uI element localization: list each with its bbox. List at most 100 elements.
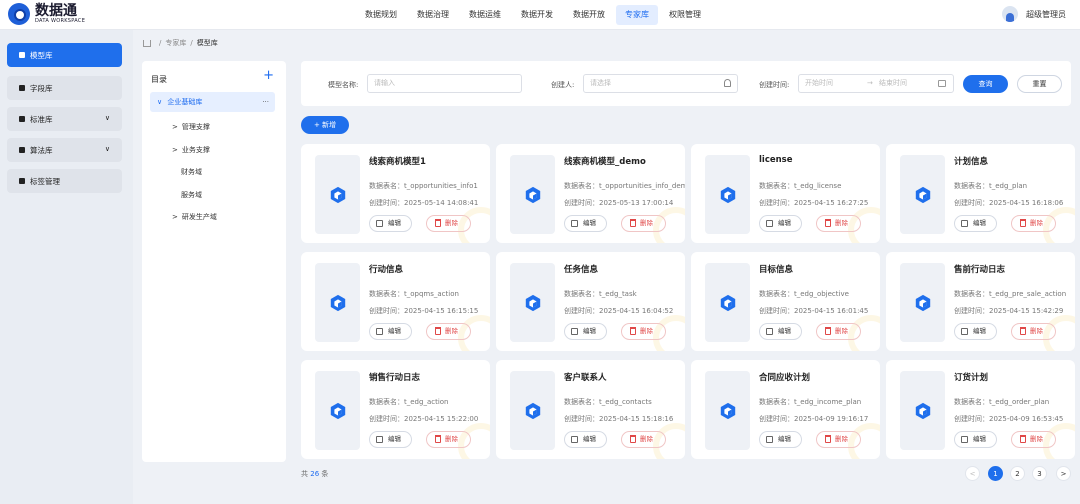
model-name-input[interactable]: 请输入 xyxy=(367,74,522,93)
delete-button[interactable]: 删除 xyxy=(621,323,666,340)
sidebar-item[interactable]: 算法库 ∨ xyxy=(7,138,122,162)
expand-icon[interactable]: > xyxy=(172,146,178,154)
nav-item[interactable]: 数据运维 xyxy=(460,5,510,25)
nav-item[interactable]: 专家库 xyxy=(616,5,658,25)
delete-button[interactable]: 删除 xyxy=(426,215,471,232)
model-card[interactable]: 线索商机模型1 数据表名：t_opportunities_info1 创建时间：20… xyxy=(301,144,490,243)
add-directory-icon[interactable]: + xyxy=(263,69,274,82)
nav-item[interactable]: 数据治理 xyxy=(408,5,458,25)
delete-button[interactable]: 删除 xyxy=(426,431,471,448)
delete-button[interactable]: 删除 xyxy=(816,215,861,232)
model-icon xyxy=(19,52,25,58)
card-title[interactable]: 售前行动日志 xyxy=(954,263,1005,275)
card-title[interactable]: 计划信息 xyxy=(954,155,988,167)
edit-button[interactable]: 编辑 xyxy=(369,323,412,340)
edit-button[interactable]: 编辑 xyxy=(759,323,802,340)
prev-page-button[interactable]: < xyxy=(965,466,980,481)
user-name[interactable]: 超级管理员 xyxy=(1026,9,1066,20)
trash-icon xyxy=(1020,219,1026,227)
expand-icon[interactable]: > xyxy=(172,213,178,221)
tree-node[interactable]: > 管理支撑 xyxy=(172,122,210,132)
tree-node[interactable]: 服务域 xyxy=(181,190,202,200)
sidebar-item[interactable]: 标准库 ∨ xyxy=(7,107,122,131)
model-card[interactable]: license 数据表名：t_edg_license 创建时间：2025-04-15… xyxy=(691,144,880,243)
page-button[interactable]: 3 xyxy=(1032,466,1047,481)
model-card[interactable]: 订货计划 数据表名：t_edg_order_plan 创建时间：2025-04-09… xyxy=(886,360,1075,459)
calendar-icon xyxy=(938,80,946,87)
nav-item[interactable]: 数据开放 xyxy=(564,5,614,25)
user-avatar-icon[interactable] xyxy=(1002,6,1018,22)
time-value: 2025-04-15 16:01:45 xyxy=(794,307,869,315)
card-created-time: 创建时间：2025-04-15 15:22:00 xyxy=(369,414,490,424)
add-model-button[interactable]: + 新增 xyxy=(301,116,349,134)
sidebar-item[interactable]: 模型库 xyxy=(7,43,122,67)
delete-button[interactable]: 删除 xyxy=(1011,431,1056,448)
delete-button[interactable]: 删除 xyxy=(816,323,861,340)
creator-select[interactable]: 请选择 xyxy=(583,74,738,93)
model-card[interactable]: 行动信息 数据表名：t_opqms_action 创建时间：2025-04-15 1… xyxy=(301,252,490,351)
nav-item[interactable]: 权限管理 xyxy=(660,5,710,25)
more-icon[interactable]: ··· xyxy=(262,92,269,112)
reset-button[interactable]: 重置 xyxy=(1017,75,1062,93)
model-card[interactable]: 售前行动日志 数据表名：t_edg_pre_sale_action 创建时间：202… xyxy=(886,252,1075,351)
nav-item[interactable]: 数据规划 xyxy=(356,5,406,25)
delete-label: 删除 xyxy=(445,219,458,227)
edit-button[interactable]: 编辑 xyxy=(564,215,607,232)
date-range-picker[interactable]: 开始时间 → 结束时间 xyxy=(798,74,954,93)
model-card[interactable]: 合同应收计划 数据表名：t_edg_income_plan 创建时间：2025-04… xyxy=(691,360,880,459)
model-card[interactable]: 销售行动日志 数据表名：t_edg_action 创建时间：2025-04-15 1… xyxy=(301,360,490,459)
delete-button[interactable]: 删除 xyxy=(1011,323,1056,340)
app-logo[interactable]: 数据通 DATA WORKSPACE xyxy=(8,3,85,25)
cube-icon xyxy=(330,402,346,420)
tree-node-enterprise-base[interactable]: ∨ 企业基础库 ··· xyxy=(150,92,275,112)
delete-button[interactable]: 删除 xyxy=(1011,215,1056,232)
card-title[interactable]: 行动信息 xyxy=(369,263,403,275)
model-card[interactable]: 线索商机模型_demo 数据表名：t_opportunities_info_dem… xyxy=(496,144,685,243)
card-title[interactable]: 任务信息 xyxy=(564,263,598,275)
page-button[interactable]: 1 xyxy=(988,466,1003,481)
card-title[interactable]: 订货计划 xyxy=(954,371,988,383)
edit-button[interactable]: 编辑 xyxy=(369,215,412,232)
card-title[interactable]: 合同应收计划 xyxy=(759,371,810,383)
card-title[interactable]: 客户联系人 xyxy=(564,371,607,383)
tree-node[interactable]: > 业务支撑 xyxy=(172,145,210,155)
model-card[interactable]: 客户联系人 数据表名：t_edg_contacts 创建时间：2025-04-15 … xyxy=(496,360,685,459)
model-card[interactable]: 目标信息 数据表名：t_edg_objective 创建时间：2025-04-15 … xyxy=(691,252,880,351)
model-card[interactable]: 任务信息 数据表名：t_edg_task 创建时间：2025-04-15 16:04… xyxy=(496,252,685,351)
nav-item[interactable]: 数据开发 xyxy=(512,5,562,25)
edit-button[interactable]: 编辑 xyxy=(759,431,802,448)
card-table-name: 数据表名：t_edg_income_plan xyxy=(759,397,880,407)
delete-button[interactable]: 删除 xyxy=(426,323,471,340)
chevron-down-icon[interactable]: ∨ xyxy=(105,114,110,122)
tree-node[interactable]: > 研发生产域 xyxy=(172,212,217,222)
breadcrumb-item-expert[interactable]: 专家库 xyxy=(165,38,186,48)
model-card[interactable]: 计划信息 数据表名：t_edg_plan 创建时间：2025-04-15 16:18… xyxy=(886,144,1075,243)
search-button[interactable]: 查询 xyxy=(963,75,1008,93)
sidebar-item[interactable]: 标签管理 xyxy=(7,169,122,193)
page-button[interactable]: 2 xyxy=(1010,466,1025,481)
user-menu[interactable]: 超级管理员 xyxy=(1002,6,1066,22)
card-title[interactable]: 目标信息 xyxy=(759,263,793,275)
delete-button[interactable]: 删除 xyxy=(621,431,666,448)
edit-button[interactable]: 编辑 xyxy=(954,215,997,232)
edit-button[interactable]: 编辑 xyxy=(954,431,997,448)
chevron-down-icon[interactable]: ∨ xyxy=(105,145,110,153)
edit-button[interactable]: 编辑 xyxy=(954,323,997,340)
delete-button[interactable]: 删除 xyxy=(816,431,861,448)
next-page-button[interactable]: > xyxy=(1056,466,1071,481)
card-title[interactable]: 线索商机模型1 xyxy=(369,155,426,167)
edit-button[interactable]: 编辑 xyxy=(564,323,607,340)
card-title[interactable]: 销售行动日志 xyxy=(369,371,420,383)
sidebar-item[interactable]: 字段库 xyxy=(7,76,122,100)
edit-button[interactable]: 编辑 xyxy=(369,431,412,448)
card-created-time: 创建时间：2025-04-15 16:15:15 xyxy=(369,306,490,316)
card-title[interactable]: license xyxy=(759,155,793,165)
expand-icon[interactable]: > xyxy=(172,123,178,131)
home-icon[interactable] xyxy=(143,39,151,47)
edit-button[interactable]: 编辑 xyxy=(564,431,607,448)
delete-button[interactable]: 删除 xyxy=(621,215,666,232)
collapse-icon[interactable]: ∨ xyxy=(157,98,162,106)
tree-node[interactable]: 财务域 xyxy=(181,167,202,177)
card-title[interactable]: 线索商机模型_demo xyxy=(564,155,646,167)
edit-button[interactable]: 编辑 xyxy=(759,215,802,232)
